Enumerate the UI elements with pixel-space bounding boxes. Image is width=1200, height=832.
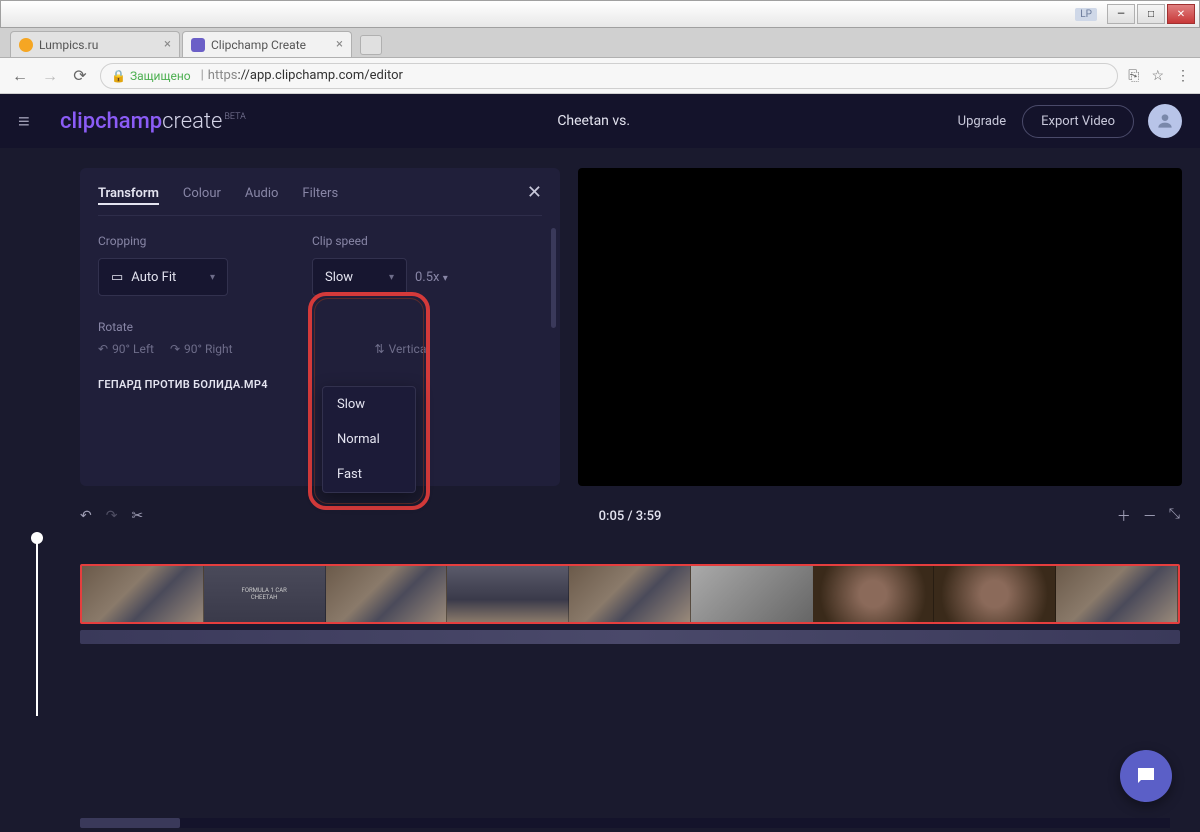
cropping-select[interactable]: ▭ Auto Fit ▾ xyxy=(98,258,228,296)
new-tab-button[interactable] xyxy=(360,35,382,55)
speed-multiplier[interactable]: 0.5x ▾ xyxy=(415,270,448,285)
tab-close-icon[interactable]: × xyxy=(164,37,171,52)
playhead[interactable] xyxy=(36,536,38,716)
browser-tab-clipchamp[interactable]: Clipchamp Create × xyxy=(182,31,352,57)
close-icon[interactable]: ✕ xyxy=(527,182,542,203)
bookmark-icon[interactable]: ☆ xyxy=(1151,68,1164,84)
main-area: ✕ Transform Colour Audio Filters Croppin… xyxy=(0,148,1200,496)
window-badge: LP xyxy=(1075,8,1097,21)
zoom-out-button[interactable]: － xyxy=(1143,506,1157,526)
timeline xyxy=(0,536,1200,644)
scrollbar-thumb[interactable] xyxy=(80,818,180,828)
tab-title: Lumpics.ru xyxy=(39,38,98,52)
url-path: ://app.clipchamp.com/editor xyxy=(237,68,402,83)
rotate-right-button[interactable]: ↷90° Right xyxy=(170,342,233,356)
upgrade-button[interactable]: Upgrade xyxy=(942,106,1022,137)
timeline-time: 0:05 / 3:59 xyxy=(143,509,1117,524)
tab-title: Clipchamp Create xyxy=(211,38,306,52)
url-proto: https xyxy=(208,68,238,83)
app-header: ≡ clipchampcreateBETA Cheetan vs. Upgrad… xyxy=(0,94,1200,148)
window-close-button[interactable]: ✕ xyxy=(1167,4,1195,24)
menu-icon[interactable]: ⋮ xyxy=(1176,68,1190,84)
rotate-left-button[interactable]: ↶90° Left xyxy=(98,342,154,356)
favicon-icon xyxy=(191,38,205,52)
timeline-ruler[interactable] xyxy=(80,544,1180,558)
browser-tab-strip: Lumpics.ru × Clipchamp Create × xyxy=(0,28,1200,58)
video-preview[interactable] xyxy=(578,168,1182,486)
panel-scrollbar[interactable] xyxy=(551,228,556,328)
reload-button[interactable]: ⟳ xyxy=(70,66,90,85)
tab-transform[interactable]: Transform xyxy=(98,186,159,205)
clipspeed-highlight: Slow Normal Fast xyxy=(308,292,430,510)
url-field[interactable]: 🔒 Защищено | https://app.clipchamp.com/e… xyxy=(100,63,1118,89)
window-maximize-button[interactable]: □ xyxy=(1137,4,1165,24)
clip-thumbnail[interactable] xyxy=(1056,566,1178,622)
browser-tab-lumpics[interactable]: Lumpics.ru × xyxy=(10,31,180,57)
split-button[interactable]: ✂ xyxy=(131,508,143,524)
clipspeed-label: Clip speed xyxy=(312,234,502,248)
video-track[interactable] xyxy=(80,564,1180,624)
clip-thumbnail[interactable] xyxy=(82,566,204,622)
chevron-down-icon: ▾ xyxy=(210,272,215,283)
avatar[interactable] xyxy=(1148,104,1182,138)
tab-filters[interactable]: Filters xyxy=(302,186,338,205)
speed-option-fast[interactable]: Fast xyxy=(323,457,415,492)
back-button[interactable]: ← xyxy=(10,66,30,86)
clipspeed-dropdown: Slow Normal Fast xyxy=(322,386,416,493)
cropping-label: Cropping xyxy=(98,234,288,248)
hamburger-icon[interactable]: ≡ xyxy=(18,109,42,134)
audio-track[interactable] xyxy=(80,630,1180,644)
zoom-fit-button[interactable]: ⤡ xyxy=(1169,506,1180,526)
clip-thumbnail[interactable] xyxy=(204,566,326,622)
tab-close-icon[interactable]: × xyxy=(336,37,343,52)
speed-option-slow[interactable]: Slow xyxy=(323,387,415,422)
clip-thumbnail[interactable] xyxy=(691,566,813,622)
chevron-down-icon: ▾ xyxy=(389,272,394,283)
zoom-in-button[interactable]: ＋ xyxy=(1117,506,1131,526)
clip-thumbnail[interactable] xyxy=(934,566,1056,622)
translate-icon[interactable]: ⎘ xyxy=(1128,68,1139,84)
clip-thumbnail[interactable] xyxy=(813,566,935,622)
export-video-button[interactable]: Export Video xyxy=(1022,105,1134,138)
horizontal-scrollbar[interactable] xyxy=(80,818,1170,828)
favicon-icon xyxy=(19,38,33,52)
clipspeed-select[interactable]: Slow ▾ xyxy=(312,258,407,296)
rotate-label: Rotate xyxy=(98,320,133,334)
speed-option-normal[interactable]: Normal xyxy=(323,422,415,457)
tab-colour[interactable]: Colour xyxy=(183,186,221,205)
secure-label: Защищено xyxy=(130,69,191,83)
tab-audio[interactable]: Audio xyxy=(245,186,278,205)
logo: clipchampcreateBETA xyxy=(60,109,246,134)
clip-thumbnail[interactable] xyxy=(447,566,569,622)
window-minimize-button[interactable]: — xyxy=(1107,4,1135,24)
window-titlebar: LP — □ ✕ xyxy=(0,0,1200,28)
rotate-right-icon: ↷ xyxy=(170,342,180,356)
clip-thumbnail[interactable] xyxy=(326,566,448,622)
crop-icon: ▭ xyxy=(111,270,123,285)
panel-tabs: Transform Colour Audio Filters xyxy=(98,186,542,216)
address-bar: ← → ⟳ 🔒 Защищено | https://app.clipchamp… xyxy=(0,58,1200,94)
clip-thumbnail[interactable] xyxy=(569,566,691,622)
redo-button[interactable]: ↷ xyxy=(106,508,118,524)
chat-button[interactable] xyxy=(1120,750,1172,802)
rotate-left-icon: ↶ xyxy=(98,342,108,356)
project-title[interactable]: Cheetan vs. xyxy=(246,113,942,129)
undo-button[interactable]: ↶ xyxy=(80,508,92,524)
forward-button[interactable]: → xyxy=(40,66,60,86)
timeline-toolbar: ↶ ↷ ✂ 0:05 / 3:59 ＋ － ⤡ xyxy=(0,496,1200,536)
lock-icon: 🔒 xyxy=(111,69,126,83)
